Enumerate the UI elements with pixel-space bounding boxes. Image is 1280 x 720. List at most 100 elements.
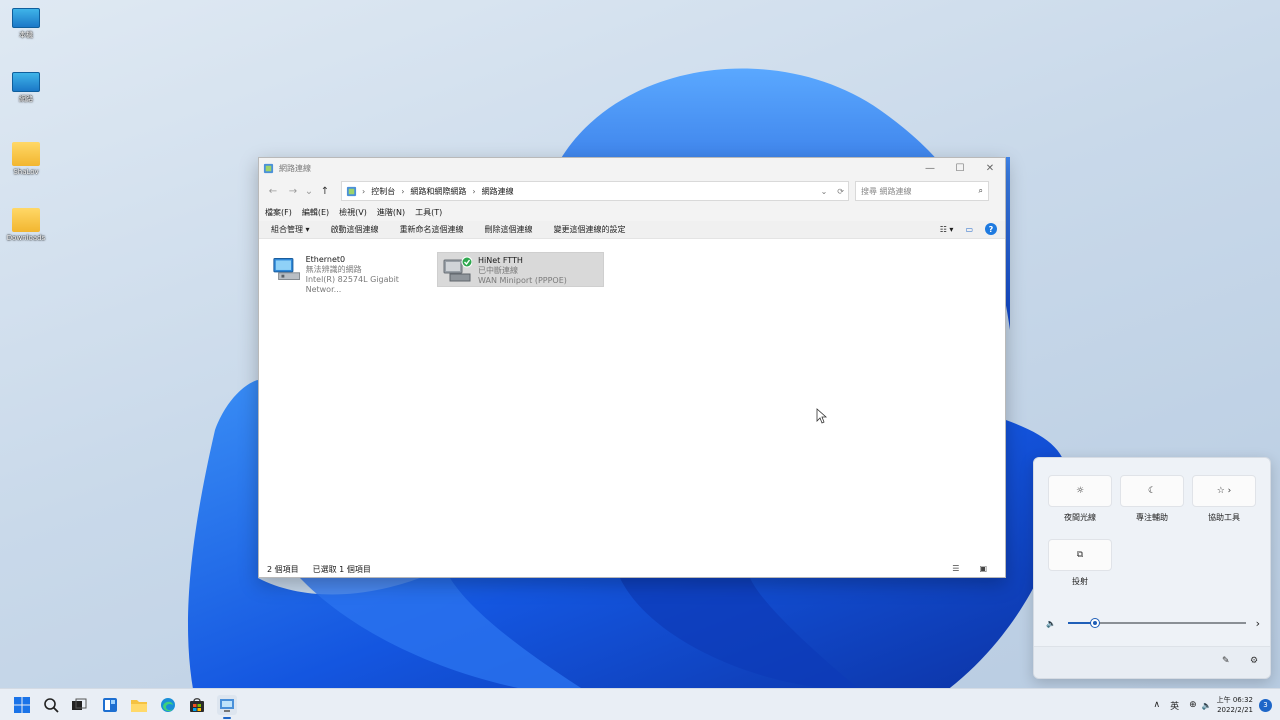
connection-item-hinet-ftth[interactable]: HiNet FTTH 已中斷連線 WAN Miniport (PPPOE) xyxy=(437,252,604,287)
search-icon: ⌕ xyxy=(978,186,983,195)
active-app-indicator xyxy=(223,717,231,719)
volume-slider[interactable] xyxy=(1067,619,1246,627)
up-button[interactable]: ↑ xyxy=(315,181,335,201)
desktop-icon-network[interactable]: 網路 xyxy=(4,72,48,104)
start-button[interactable] xyxy=(12,695,32,715)
desktop-icon-label: 網路 xyxy=(19,95,33,103)
project-icon: ⧉ xyxy=(1076,550,1084,560)
title-bar[interactable]: 網路連線 — ☐ ✕ xyxy=(259,158,1005,178)
clock[interactable]: 上午 06:32 2022/2/21 xyxy=(1217,695,1253,715)
close-button[interactable]: ✕ xyxy=(975,158,1005,178)
focus-assist-toggle[interactable]: ☾ xyxy=(1120,475,1184,507)
search-placeholder: 搜尋 網路連線 xyxy=(861,186,912,196)
store-button[interactable] xyxy=(187,695,207,715)
back-arrow-icon: ← xyxy=(268,185,278,197)
search-icon xyxy=(44,698,59,713)
menu-bar: 檔案(F) 編輯(E) 檢視(V) 進階(N) 工具(T) xyxy=(259,204,1005,221)
forward-button[interactable]: → xyxy=(283,181,303,201)
audio-output-chevron-icon[interactable]: › xyxy=(1256,617,1260,630)
breadcrumb-network-connections[interactable]: 網路連線 xyxy=(482,186,514,197)
desktop-icon-downloads-folder[interactable]: Downloads xyxy=(4,208,48,242)
volume-icon[interactable]: 🔈 xyxy=(1202,701,1212,710)
search-input[interactable]: 搜尋 網路連線 ⌕ xyxy=(855,181,989,201)
menu-tools[interactable]: 工具(T) xyxy=(415,207,442,218)
navigation-bar: ← → ⌄ ↑ › 控制台 › 網路和網際網路 › 網路連線 ⌄ ⟳ 搜尋 網路… xyxy=(259,178,1005,204)
connections-list: Ethernet0 無法辨識的網路 Intel(R) 82574L Gigabi… xyxy=(259,250,1005,561)
desktop-icon-this-pc[interactable]: 本機 xyxy=(4,8,48,40)
task-view-button[interactable] xyxy=(69,695,89,715)
breadcrumb-network-internet[interactable]: 網路和網際網路 xyxy=(410,186,466,197)
folder-icon xyxy=(12,208,40,232)
quick-settings-panel: ☼ 夜間光線 ☾ 專注輔助 ☆ › 協助工具 ⧉ 投射 🔈 › ✎ ⚙ xyxy=(1033,457,1271,679)
edge-icon xyxy=(161,698,175,712)
back-button[interactable]: ← xyxy=(263,181,283,201)
control-panel-taskbar-button[interactable] xyxy=(217,695,237,715)
large-icons-view-icon[interactable]: ▣ xyxy=(979,564,987,573)
widgets-button[interactable] xyxy=(100,695,120,715)
settings-button[interactable]: ⚙ xyxy=(1250,656,1258,666)
dialup-connection-icon xyxy=(443,256,472,282)
folder-icon xyxy=(12,142,40,166)
mouse-cursor-icon xyxy=(816,408,828,424)
menu-view[interactable]: 檢視(V) xyxy=(339,207,367,218)
help-button[interactable]: ? xyxy=(985,223,997,235)
speaker-icon: 🔈 xyxy=(1046,618,1056,628)
desktop-icon-label: Downloads xyxy=(6,234,46,242)
connection-adapter: WAN Miniport (PPPOE) xyxy=(478,276,567,285)
night-light-toggle[interactable]: ☼ xyxy=(1048,475,1112,507)
taskbar: ∧ 英 ⊕ 🔈 上午 06:32 2022/2/21 3 xyxy=(0,688,1280,720)
notification-badge[interactable]: 3 xyxy=(1259,698,1272,712)
volume-slider-thumb[interactable] xyxy=(1090,619,1099,627)
search-button[interactable] xyxy=(41,695,61,715)
night-light-label: 夜間光線 xyxy=(1064,513,1096,522)
show-hidden-icons-chevron-icon[interactable]: ∧ xyxy=(1153,700,1160,710)
close-icon: ✕ xyxy=(985,162,995,174)
desktop-icon-shalov-folder[interactable]: ShaLov xyxy=(4,142,48,176)
change-settings-button[interactable]: 變更這個連線的設定 xyxy=(554,224,626,235)
ethernet-adapter-icon xyxy=(273,258,300,280)
status-bar: 2 個項目 已選取 1 個項目 ☰ ▣ xyxy=(259,561,1005,577)
address-dropdown-button[interactable]: ⌄ xyxy=(821,187,828,196)
recent-locations-button[interactable]: ⌄ xyxy=(303,181,315,201)
project-label: 投射 xyxy=(1072,577,1088,586)
menu-file[interactable]: 檔案(F) xyxy=(265,207,292,218)
maximize-icon: ☐ xyxy=(955,162,965,174)
maximize-button[interactable]: ☐ xyxy=(945,158,975,178)
address-bar[interactable]: › 控制台 › 網路和網際網路 › 網路連線 ⌄ ⟳ xyxy=(341,181,849,201)
view-options-button[interactable]: ☷ ▾ xyxy=(940,225,954,234)
task-view-icon xyxy=(72,698,87,710)
project-toggle[interactable]: ⧉ xyxy=(1048,539,1112,571)
organize-button[interactable]: 組合管理 ▾ xyxy=(271,224,310,235)
connection-item-ethernet0[interactable]: Ethernet0 無法辨識的網路 Intel(R) 82574L Gigabi… xyxy=(267,252,435,294)
input-language-indicator[interactable]: 英 xyxy=(1170,699,1179,712)
clock-time: 上午 06:32 xyxy=(1216,696,1253,704)
computer-icon xyxy=(12,8,40,28)
moon-icon: ☾ xyxy=(1147,486,1157,496)
accessibility-toggle[interactable]: ☆ › xyxy=(1192,475,1256,507)
refresh-button[interactable]: ⟳ xyxy=(837,187,844,196)
minimize-button[interactable]: — xyxy=(915,158,945,178)
network-status-icon[interactable]: ⊕ xyxy=(1189,700,1197,710)
chevron-down-icon: ⌄ xyxy=(304,185,314,197)
rename-button[interactable]: 重新命名這個連線 xyxy=(400,224,464,235)
edge-browser-button[interactable] xyxy=(158,695,178,715)
store-icon xyxy=(190,698,204,712)
edit-quick-settings-button[interactable]: ✎ xyxy=(1222,656,1230,666)
menu-advanced[interactable]: 進階(N) xyxy=(377,207,405,218)
selected-count: 已選取 1 個項目 xyxy=(312,564,371,574)
file-explorer-button[interactable] xyxy=(129,695,149,715)
windows-logo-icon xyxy=(14,697,30,713)
menu-edit[interactable]: 編輯(E) xyxy=(302,207,329,218)
breadcrumb-control-panel[interactable]: 控制台 xyxy=(371,186,395,197)
connection-name: HiNet FTTH xyxy=(478,256,523,265)
connection-status: 已中斷連線 xyxy=(478,266,518,275)
night-light-icon: ☼ xyxy=(1075,486,1085,496)
widgets-icon xyxy=(103,698,117,712)
connect-button[interactable]: 啟動這個連線 xyxy=(331,224,379,235)
control-panel-icon xyxy=(263,163,274,173)
delete-button[interactable]: 刪除這個連線 xyxy=(485,224,533,235)
preview-pane-button[interactable]: ▭ xyxy=(965,225,973,234)
item-count: 2 個項目 xyxy=(267,564,299,574)
breadcrumb-separator: › xyxy=(401,186,405,196)
details-view-icon[interactable]: ☰ xyxy=(952,564,959,573)
